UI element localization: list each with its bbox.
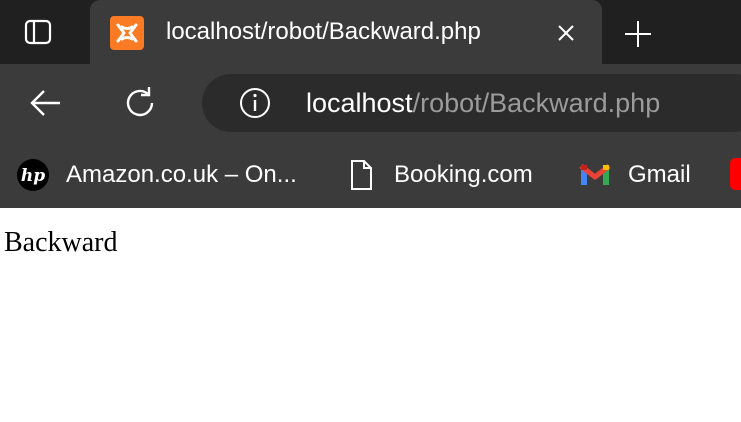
bookmark-label: Booking.com bbox=[394, 161, 533, 188]
page-content: Backward bbox=[0, 208, 741, 422]
site-info-button[interactable] bbox=[238, 86, 272, 120]
address-bar[interactable]: localhost/robot/Backward.php bbox=[202, 74, 741, 132]
close-tab-button[interactable] bbox=[550, 17, 582, 49]
bookmark-label: Amazon.co.uk – On... bbox=[66, 161, 297, 188]
page-icon bbox=[344, 158, 378, 192]
gmail-icon bbox=[578, 158, 612, 192]
back-arrow-icon bbox=[30, 90, 60, 116]
hp-logo-icon: hp bbox=[16, 158, 50, 192]
vertical-tabs-icon bbox=[24, 19, 52, 45]
reload-icon bbox=[126, 87, 154, 117]
xampp-icon bbox=[110, 16, 144, 50]
bookmark-label: Gmail bbox=[628, 161, 691, 188]
tab-strip: localhost/robot/Backward.php bbox=[0, 0, 741, 64]
bookmark-booking[interactable]: Booking.com bbox=[344, 155, 533, 195]
bookmarks-bar: hp Amazon.co.uk – On... Booking.com Gmai… bbox=[0, 142, 741, 208]
url-text[interactable]: localhost/robot/Backward.php bbox=[306, 86, 660, 120]
browser-window: localhost/robot/Backward.php localhost/r… bbox=[0, 0, 741, 422]
bookmark-gmail[interactable]: Gmail bbox=[578, 155, 691, 195]
bookmark-amazon[interactable]: hp Amazon.co.uk – On... bbox=[16, 155, 297, 195]
page-body-text: Backward bbox=[4, 227, 118, 258]
svg-text:hp: hp bbox=[21, 166, 45, 186]
url-host: localhost bbox=[306, 88, 413, 118]
new-tab-button[interactable] bbox=[618, 14, 658, 54]
close-icon bbox=[558, 25, 574, 41]
reload-button[interactable] bbox=[117, 80, 163, 126]
info-icon bbox=[240, 88, 270, 118]
bookmark-overflow-icon[interactable] bbox=[730, 158, 741, 190]
plus-icon bbox=[625, 21, 651, 47]
url-path: /robot/Backward.php bbox=[412, 88, 661, 118]
active-tab[interactable]: localhost/robot/Backward.php bbox=[90, 0, 602, 64]
tab-title: localhost/robot/Backward.php bbox=[166, 18, 481, 45]
tab-actions-button[interactable] bbox=[10, 10, 66, 54]
back-button[interactable] bbox=[22, 80, 68, 126]
navigation-toolbar: localhost/robot/Backward.php bbox=[0, 64, 741, 142]
